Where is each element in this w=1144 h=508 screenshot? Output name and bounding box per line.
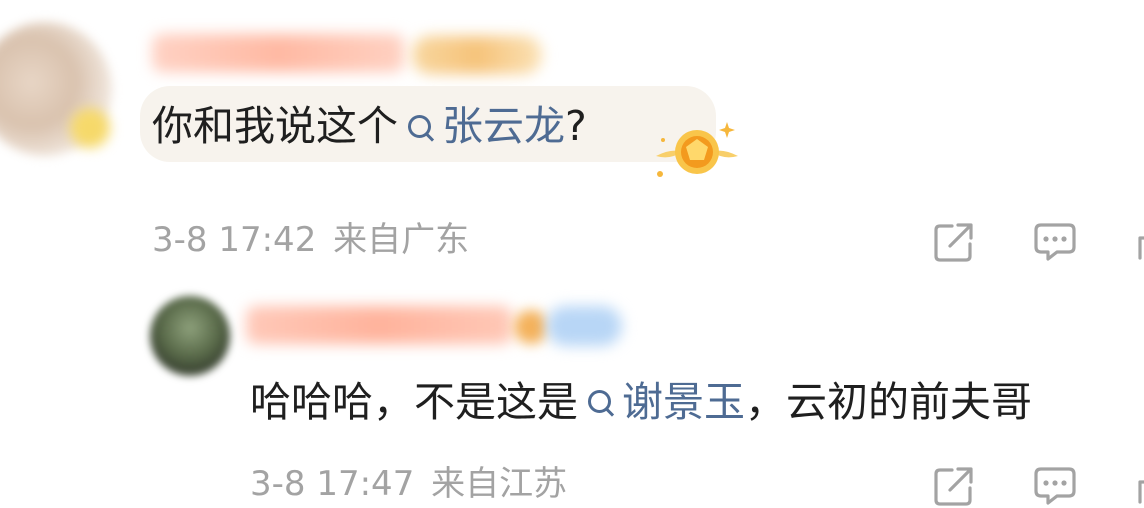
reply-avatar[interactable] [150, 296, 230, 376]
reply-text-before: 哈哈哈，不是这是 [250, 378, 578, 426]
comment-time: 3-8 17:42 [152, 220, 317, 260]
topic-link[interactable]: 张云龙 [398, 102, 565, 150]
comment-text: 你和我说这个 张云龙? [152, 101, 587, 151]
like-icon[interactable] [1136, 228, 1144, 260]
reply-name-blurred[interactable] [246, 306, 512, 344]
share-icon[interactable] [932, 220, 976, 264]
comment-meta: 3-8 17:42 来自广东 [152, 218, 469, 262]
comment-text-before: 你和我说这个 [152, 102, 398, 150]
reply-text: 哈哈哈，不是这是 谢景玉，云初的前夫哥 [250, 376, 1032, 428]
avatar-badge [70, 108, 110, 148]
share-icon[interactable] [932, 464, 976, 508]
topic-link[interactable]: 谢景玉 [578, 378, 745, 426]
comment-location: 来自广东 [333, 220, 470, 260]
comment-icon[interactable] [1033, 466, 1077, 506]
reply-time: 3-8 17:47 [250, 464, 415, 504]
search-icon [586, 376, 616, 422]
reply-vip-badge-blurred [546, 306, 622, 346]
topic-label: 张云龙 [442, 102, 565, 150]
user-badge-blurred [412, 36, 542, 74]
like-icon[interactable] [1136, 472, 1144, 504]
reply-location: 来自江苏 [431, 464, 568, 504]
reply-badge-blurred [514, 310, 548, 344]
topic-label: 谢景玉 [622, 378, 745, 426]
reply-text-after: ，云初的前夫哥 [745, 378, 1032, 426]
search-icon [406, 101, 436, 147]
commenter-name-blurred[interactable] [152, 34, 404, 72]
comment-text-after: ? [565, 102, 587, 150]
medal-icon [656, 122, 738, 177]
reply-meta: 3-8 17:47 来自江苏 [250, 462, 567, 506]
comment-icon[interactable] [1033, 222, 1077, 262]
